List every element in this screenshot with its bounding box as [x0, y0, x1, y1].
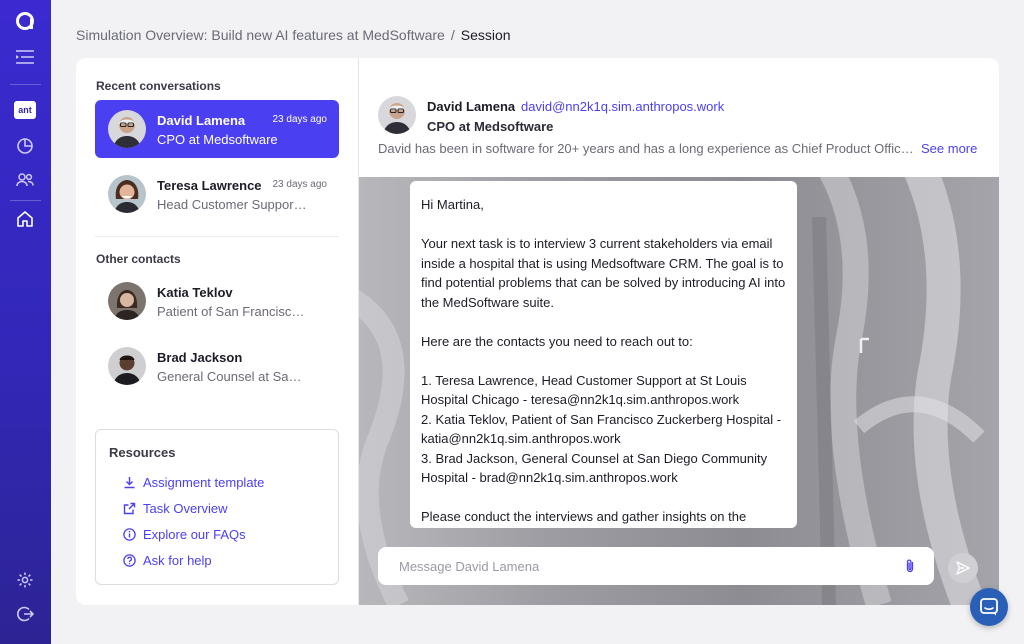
- breadcrumb: Simulation Overview: Build new AI featur…: [76, 27, 511, 43]
- contact-role: CPO at Medsoftware: [427, 119, 554, 134]
- conversation-item-david-lamena[interactable]: David Lamena 23 days ago CPO at Medsoftw…: [95, 100, 339, 158]
- settings-icon[interactable]: [13, 568, 37, 592]
- recent-conversations-title: Recent conversations: [96, 79, 221, 93]
- message-paragraph: Your next task is to interview 3 current…: [421, 236, 786, 310]
- help-chat-button[interactable]: [970, 588, 1008, 626]
- send-icon: [956, 561, 970, 575]
- man-glasses-avatar: [108, 110, 146, 148]
- contact-description: David has been in software for 20+ years…: [378, 141, 914, 156]
- woman-avatar: [108, 175, 146, 213]
- breadcrumb-parent[interactable]: Simulation Overview: Build new AI featur…: [76, 27, 445, 43]
- question-icon: [122, 553, 136, 567]
- rail-divider: [10, 84, 41, 85]
- analytics-icon[interactable]: [13, 134, 37, 158]
- rail-divider: [10, 200, 41, 201]
- resources-title: Resources: [109, 445, 176, 460]
- resources-panel: Resources Assignment template Task Overv…: [95, 429, 339, 585]
- org-badge[interactable]: ant: [14, 101, 36, 119]
- message-bubble: Hi Martina, Your next task is to intervi…: [410, 181, 797, 528]
- logout-icon[interactable]: [13, 602, 37, 626]
- users-icon[interactable]: [13, 168, 37, 192]
- contact-name: Katia Teklov: [157, 285, 233, 300]
- chat-bubble-icon: [980, 598, 998, 616]
- contact-item-brad-jackson[interactable]: Brad Jackson General Counsel at San Dieg…: [95, 337, 339, 395]
- explore-faqs-link[interactable]: Explore our FAQs: [122, 525, 246, 543]
- home-icon[interactable]: [13, 207, 37, 231]
- nav-rail: ant: [0, 0, 51, 644]
- other-contacts-title: Other contacts: [96, 252, 181, 266]
- see-more-link[interactable]: See more: [921, 141, 977, 156]
- conversation-sidebar: Recent conversations David Lamena 23 day…: [76, 58, 359, 605]
- contact-avatar: [378, 96, 416, 134]
- conversation-time: 23 days ago: [272, 114, 328, 125]
- breadcrumb-separator: /: [450, 27, 455, 43]
- contact-name: Brad Jackson: [157, 350, 243, 365]
- ask-for-help-link[interactable]: Ask for help: [122, 551, 212, 569]
- contact-name: David Lamena: [427, 99, 516, 114]
- send-button[interactable]: [948, 553, 978, 583]
- assignment-template-link[interactable]: Assignment template: [122, 473, 264, 491]
- external-link-icon: [122, 501, 136, 515]
- section-divider: [95, 236, 339, 237]
- resource-label: Assignment template: [143, 474, 265, 490]
- conversation-role: CPO at Medsoftware: [157, 132, 278, 147]
- contact-role: Patient of San Francisco Zuckerberg Hosp…: [157, 304, 307, 319]
- contact-role: General Counsel at San Diego Community H…: [157, 369, 307, 384]
- contact-email-link[interactable]: david@nn2k1q.sim.anthropos.work: [521, 99, 724, 114]
- resource-label: Task Overview: [143, 500, 228, 516]
- conversation-role: Head Customer Support at St Louis Hospit…: [157, 197, 307, 212]
- conversation-time: 23 days ago: [272, 179, 328, 190]
- breadcrumb-current: Session: [460, 27, 511, 43]
- session-card: Recent conversations David Lamena 23 day…: [76, 58, 999, 605]
- chat-area: Hi Martina, Your next task is to intervi…: [359, 177, 999, 605]
- man-avatar: [108, 347, 146, 385]
- message-paragraph: Hi Martina,: [421, 197, 484, 212]
- message-paragraph: Please conduct the interviews and gather…: [421, 509, 747, 524]
- menu-icon[interactable]: [13, 45, 37, 69]
- task-overview-link[interactable]: Task Overview: [122, 499, 228, 517]
- message-paragraph: Here are the contacts you need to reach …: [421, 333, 693, 349]
- conversation-name: David Lamena: [157, 113, 246, 128]
- chat-panel: David Lamena david@nn2k1q.sim.anthropos.…: [359, 58, 999, 605]
- resource-label: Ask for help: [143, 552, 212, 568]
- paperclip-icon[interactable]: [902, 558, 918, 574]
- message-paragraph: 1. Teresa Lawrence, Head Customer Suppor…: [421, 372, 782, 486]
- woman-avatar: [108, 282, 146, 320]
- message-composer: [378, 547, 934, 585]
- conversation-name: Teresa Lawrence: [157, 178, 262, 193]
- contact-item-katia-teklov[interactable]: Katia Teklov Patient of San Francisco Zu…: [95, 272, 339, 330]
- conversation-item-teresa-lawrence[interactable]: Teresa Lawrence 23 days ago Head Custome…: [95, 165, 339, 223]
- message-input[interactable]: [378, 547, 888, 585]
- resource-label: Explore our FAQs: [143, 526, 246, 542]
- download-icon: [122, 475, 136, 489]
- info-icon: [122, 527, 136, 541]
- app-logo-icon[interactable]: [13, 9, 37, 33]
